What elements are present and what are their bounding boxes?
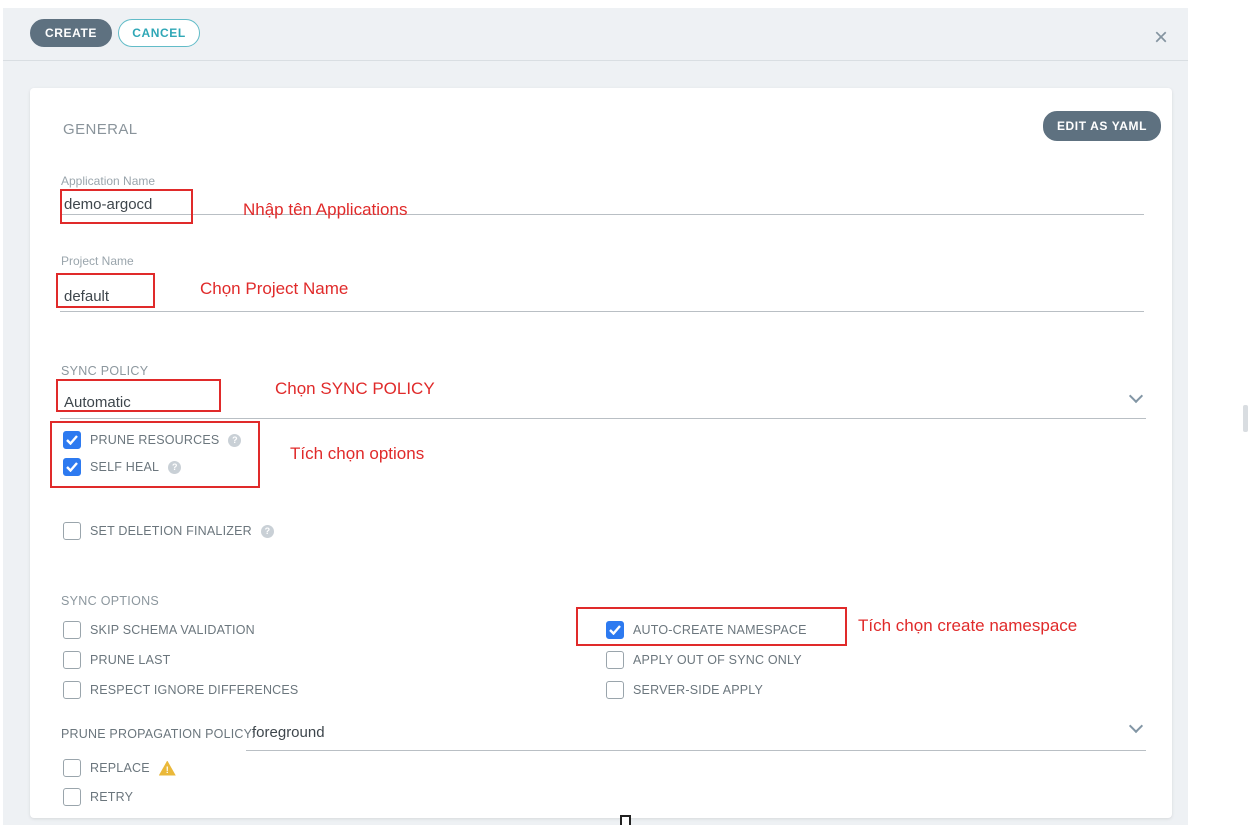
prune-resources-row: PRUNE RESOURCES ?	[63, 431, 241, 449]
self-heal-label: SELF HEAL	[90, 460, 159, 474]
application-name-label: Application Name	[61, 174, 155, 188]
replace-row: REPLACE !	[63, 759, 176, 777]
chevron-down-icon[interactable]	[1129, 389, 1143, 403]
application-name-underline	[60, 214, 1144, 215]
skip-schema-validation-row: SKIP SCHEMA VALIDATION	[63, 621, 255, 639]
skip-schema-validation-checkbox[interactable]	[63, 621, 81, 639]
text-cursor-artifact	[620, 815, 631, 825]
prune-last-label: PRUNE LAST	[90, 653, 171, 667]
respect-ignore-differences-row: RESPECT IGNORE DIFFERENCES	[63, 681, 298, 699]
annotation-namespace: Tích chọn create namespace	[858, 616, 1077, 636]
sync-policy-underline	[60, 418, 1146, 419]
set-deletion-finalizer-row: SET DELETION FINALIZER ?	[63, 522, 274, 540]
create-button[interactable]: CREATE	[30, 19, 112, 47]
sync-policy-select[interactable]: Automatic	[64, 394, 131, 411]
replace-checkbox[interactable]	[63, 759, 81, 777]
close-icon[interactable]: ×	[1154, 26, 1168, 50]
application-name-input[interactable]: demo-argocd	[64, 196, 152, 213]
apply-out-of-sync-only-checkbox[interactable]	[606, 651, 624, 669]
prune-propagation-policy-label: PRUNE PROPAGATION POLICY:	[61, 727, 255, 741]
respect-ignore-differences-label: RESPECT IGNORE DIFFERENCES	[90, 683, 298, 697]
annotation-project-name: Chọn Project Name	[200, 279, 348, 299]
project-name-input[interactable]: default	[64, 288, 109, 305]
application-form-card: GENERAL EDIT AS YAML Application Name de…	[30, 88, 1172, 818]
scrollbar-thumb[interactable]	[1243, 405, 1248, 432]
project-name-underline	[60, 311, 1144, 312]
prune-resources-label: PRUNE RESOURCES	[90, 433, 219, 447]
app-background: CREATE CANCEL × GENERAL EDIT AS YAML App…	[3, 8, 1188, 825]
toolbar: CREATE CANCEL ×	[3, 8, 1188, 61]
apply-out-of-sync-only-label: APPLY OUT OF SYNC ONLY	[633, 653, 802, 667]
server-side-apply-label: SERVER-SIDE APPLY	[633, 683, 763, 697]
server-side-apply-row: SERVER-SIDE APPLY	[606, 681, 763, 699]
self-heal-checkbox[interactable]	[63, 458, 81, 476]
section-title-general: GENERAL	[63, 121, 138, 138]
annotation-sync-policy: Chọn SYNC POLICY	[275, 379, 435, 399]
sync-policy-label: SYNC POLICY	[61, 364, 148, 378]
help-icon[interactable]: ?	[228, 434, 241, 447]
annotation-options: Tích chọn options	[290, 444, 424, 464]
prune-last-checkbox[interactable]	[63, 651, 81, 669]
project-name-label: Project Name	[61, 254, 134, 268]
prune-last-row: PRUNE LAST	[63, 651, 171, 669]
set-deletion-finalizer-label: SET DELETION FINALIZER	[90, 524, 252, 538]
auto-create-namespace-row: AUTO-CREATE NAMESPACE	[606, 621, 807, 639]
annotation-application-name: Nhập tên Applications	[243, 200, 407, 220]
respect-ignore-differences-checkbox[interactable]	[63, 681, 81, 699]
help-icon[interactable]: ?	[168, 461, 181, 474]
chevron-down-icon[interactable]	[1129, 719, 1143, 733]
set-deletion-finalizer-checkbox[interactable]	[63, 522, 81, 540]
auto-create-namespace-label: AUTO-CREATE NAMESPACE	[633, 623, 807, 637]
prune-resources-checkbox[interactable]	[63, 431, 81, 449]
retry-row: RETRY	[63, 788, 133, 806]
server-side-apply-checkbox[interactable]	[606, 681, 624, 699]
edit-as-yaml-button[interactable]: EDIT AS YAML	[1043, 111, 1161, 141]
prune-propagation-underline	[246, 750, 1146, 751]
sync-options-title: SYNC OPTIONS	[61, 594, 159, 608]
replace-label: REPLACE	[90, 761, 150, 775]
apply-out-of-sync-only-row: APPLY OUT OF SYNC ONLY	[606, 651, 802, 669]
skip-schema-validation-label: SKIP SCHEMA VALIDATION	[90, 623, 255, 637]
self-heal-row: SELF HEAL ?	[63, 458, 181, 476]
retry-label: RETRY	[90, 790, 133, 804]
cancel-button[interactable]: CANCEL	[118, 19, 200, 47]
prune-propagation-policy-select[interactable]: foreground	[252, 724, 325, 741]
help-icon[interactable]: ?	[261, 525, 274, 538]
retry-checkbox[interactable]	[63, 788, 81, 806]
warning-icon: !	[159, 761, 176, 776]
auto-create-namespace-checkbox[interactable]	[606, 621, 624, 639]
page: CREATE CANCEL × GENERAL EDIT AS YAML App…	[0, 0, 1248, 825]
